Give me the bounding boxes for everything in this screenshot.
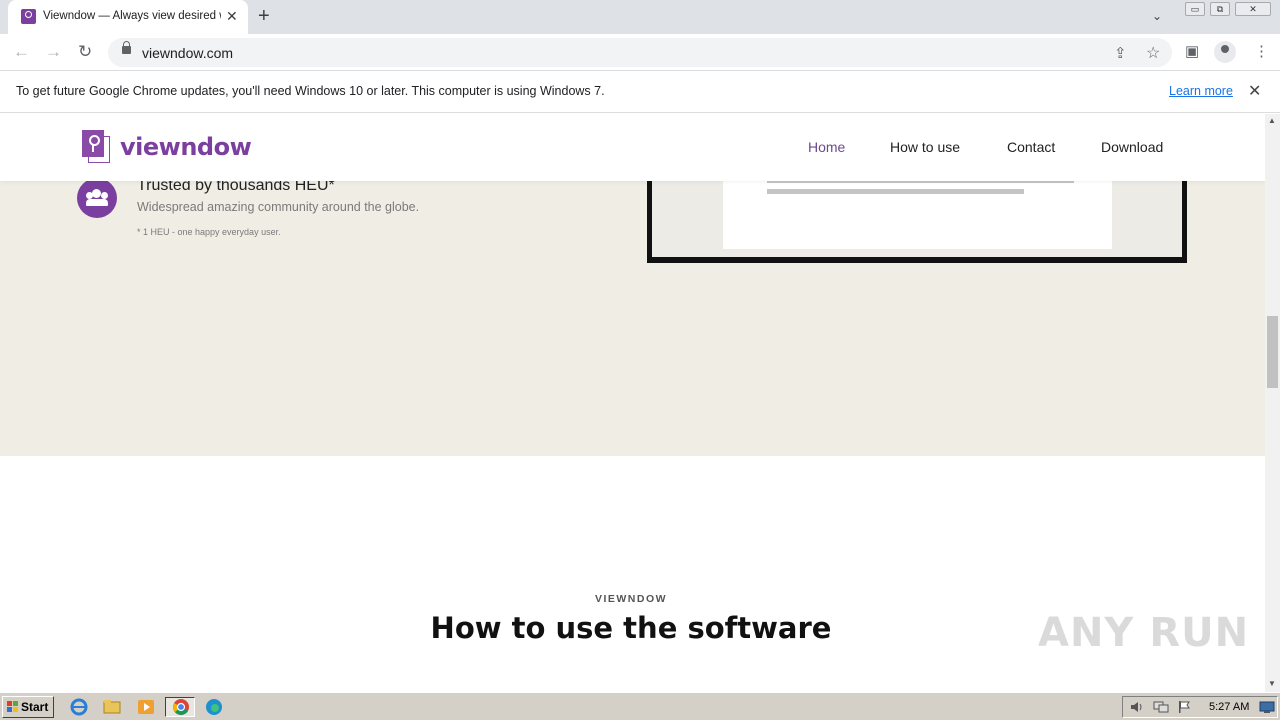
profile-avatar-icon[interactable] — [1214, 41, 1236, 63]
infobar-close-icon[interactable]: ✕ — [1248, 81, 1261, 101]
update-infobar: To get future Google Chrome updates, you… — [0, 71, 1280, 113]
anyrun-watermark: ANY RUN — [1038, 610, 1250, 656]
url-text[interactable]: viewndow.com — [142, 45, 233, 61]
address-bar[interactable]: viewndow.com ⇪ ☆ — [108, 38, 1172, 67]
taskbar-clock[interactable]: 5:27 AM — [1209, 701, 1249, 713]
tab-strip: Viewndow — Always view desired w ✕ + ⌄ ▭… — [0, 0, 1280, 34]
site-favicon-icon — [21, 9, 36, 24]
feature-description: Widespread amazing community around the … — [137, 200, 420, 214]
tab-close-icon[interactable]: ✕ — [226, 8, 238, 25]
site-header: viewndow Home How to use Contact Downloa… — [0, 114, 1265, 181]
users-icon — [77, 178, 117, 218]
nav-contact[interactable]: Contact — [1007, 139, 1055, 155]
windows-flag-icon — [7, 701, 19, 713]
new-tab-button[interactable]: + — [258, 5, 270, 28]
scrollbar-thumb[interactable] — [1267, 316, 1278, 388]
page-scrollbar[interactable]: ▲ ▼ — [1265, 114, 1280, 692]
volume-icon[interactable] — [1129, 700, 1145, 719]
nav-download[interactable]: Download — [1101, 139, 1163, 155]
tab-title: Viewndow — Always view desired w — [43, 10, 221, 22]
action-center-flag-icon[interactable] — [1177, 700, 1191, 719]
internet-explorer-icon[interactable] — [69, 697, 91, 717]
nav-home[interactable]: Home — [808, 139, 845, 155]
forward-icon[interactable]: → — [45, 42, 62, 62]
restore-button[interactable]: ⧉ — [1210, 2, 1230, 16]
start-label: Start — [21, 700, 49, 714]
back-icon[interactable]: ← — [13, 42, 30, 62]
scroll-down-icon[interactable]: ▼ — [1268, 679, 1276, 688]
chrome-icon[interactable] — [165, 697, 195, 717]
lock-icon[interactable] — [122, 41, 131, 54]
minimize-button[interactable]: ▭ — [1185, 2, 1205, 16]
infobar-message: To get future Google Chrome updates, you… — [16, 84, 605, 98]
viewndow-logo-icon[interactable] — [82, 130, 110, 163]
reload-icon[interactable]: ↻ — [78, 42, 92, 62]
feature-footnote: * 1 HEU - one happy everyday user. — [137, 227, 281, 237]
scroll-up-icon[interactable]: ▲ — [1268, 116, 1276, 125]
browser-tab[interactable]: Viewndow — Always view desired w ✕ — [8, 0, 248, 34]
section-kicker: VIEWNDOW — [594, 593, 668, 605]
show-desktop-icon[interactable] — [1259, 700, 1275, 719]
nav-how-to-use[interactable]: How to use — [890, 139, 960, 155]
network-icon[interactable] — [1153, 700, 1169, 719]
windows-taskbar: Start 5:27 AM — [0, 692, 1280, 720]
edge-icon[interactable] — [204, 697, 226, 717]
bookmark-star-icon[interactable]: ☆ — [1146, 43, 1160, 63]
chrome-menu-icon[interactable]: ⋮ — [1254, 42, 1269, 60]
system-tray: 5:27 AM — [1122, 696, 1278, 718]
start-button[interactable]: Start — [2, 696, 54, 718]
site-logo-text[interactable]: viewndow — [120, 133, 252, 161]
window-close-button[interactable]: ✕ — [1235, 2, 1271, 16]
share-icon[interactable]: ⇪ — [1114, 44, 1127, 62]
learn-more-link[interactable]: Learn more — [1169, 84, 1233, 98]
tab-search-chevron-icon[interactable]: ⌄ — [1152, 9, 1162, 23]
page-viewport: Trusted by thousands HEU* Widespread ama… — [0, 114, 1265, 692]
browser-toolbar: ← → ↻ viewndow.com ⇪ ☆ ▣ ⋮ — [0, 34, 1280, 71]
file-explorer-icon[interactable] — [102, 697, 124, 717]
media-player-icon[interactable] — [136, 697, 158, 717]
side-panel-icon[interactable]: ▣ — [1185, 42, 1199, 60]
